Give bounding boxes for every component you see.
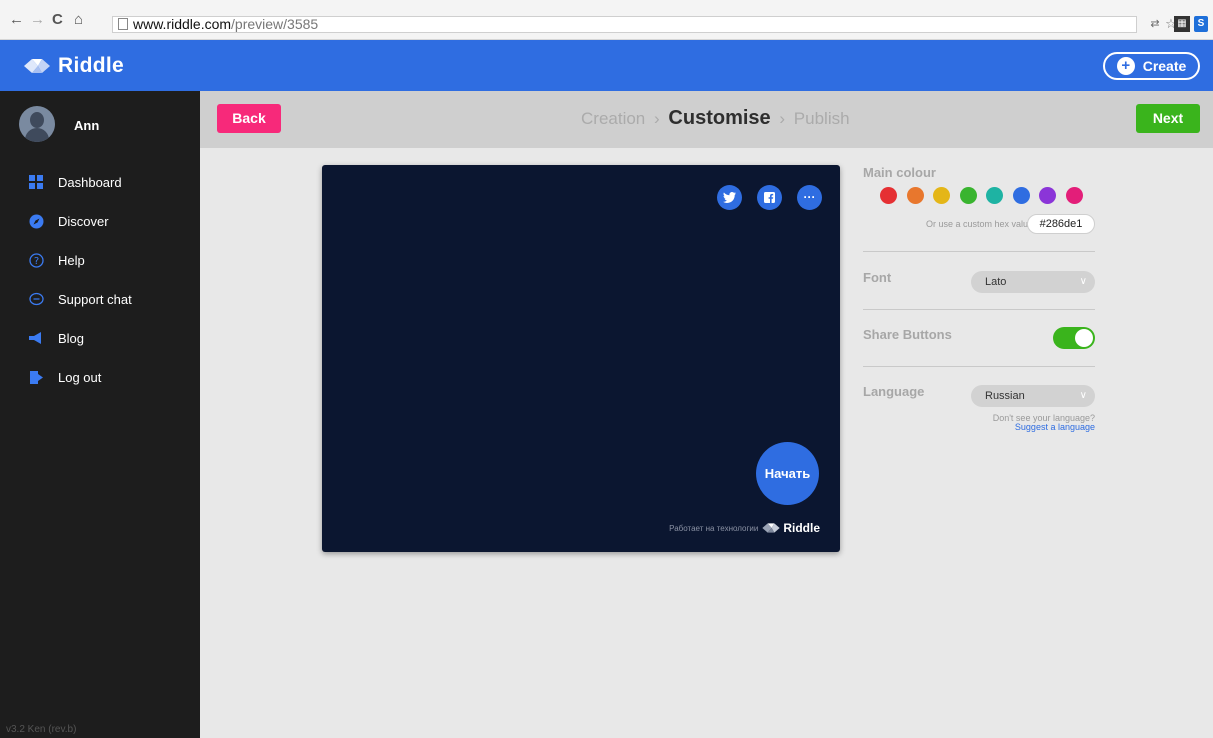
sidebar-item-label: Blog (58, 330, 85, 346)
step-customise: Customise (668, 107, 771, 129)
create-button[interactable]: + Create (1103, 52, 1200, 80)
back-button[interactable]: Back (217, 104, 281, 133)
colour-swatch[interactable] (933, 187, 950, 204)
sidebar: Ann Dashboard Discover ? Help Support ch… (0, 91, 200, 738)
powered-by-text: Работает на технологии (669, 523, 759, 533)
breadcrumb-separator: › (779, 109, 786, 128)
sidebar-item-label: Dashboard (58, 174, 122, 190)
font-label: Font (863, 270, 892, 285)
url-host: www.riddle.com (133, 16, 232, 32)
language-select[interactable]: Russian ∨ (971, 385, 1095, 407)
sidebar-item-help[interactable]: ? Help (28, 251, 85, 269)
film-extension-icon[interactable]: ▦ (1174, 16, 1190, 32)
powered-brand-text: Riddle (783, 521, 820, 535)
svg-text:?: ? (33, 256, 38, 267)
divider (863, 251, 1095, 252)
sidebar-item-label: Log out (58, 369, 102, 385)
step-bar: Back Creation › Customise › Publish Next (200, 91, 1213, 148)
plus-icon: + (1116, 57, 1135, 75)
riddle-preview: ··· Начать Работает на технологии Riddle (322, 165, 840, 552)
language-label: Language (863, 384, 925, 399)
translate-icon[interactable]: ⇄ (1148, 16, 1162, 32)
toggle-knob (1075, 329, 1093, 347)
divider (863, 309, 1095, 310)
share-buttons-label: Share Buttons (863, 327, 952, 342)
riddle-logo[interactable]: Riddle (24, 54, 124, 78)
colour-swatch[interactable] (1065, 187, 1083, 204)
twitter-icon[interactable] (717, 185, 742, 210)
share-buttons-toggle[interactable] (1053, 327, 1095, 349)
browser-toolbar: ← → C ⌂ www.riddle.com/preview/3585 ⇄ ☆ … (0, 0, 1213, 40)
hex-colour-input[interactable]: #286de1 (1027, 214, 1095, 234)
riddle-small-logo-icon (762, 523, 780, 533)
megaphone-icon (28, 330, 44, 346)
hex-hint: Or use a custom hex value (926, 219, 1034, 229)
powered-by[interactable]: Работает на технологии Riddle (649, 521, 820, 535)
address-bar[interactable]: www.riddle.com/preview/3585 (112, 16, 1137, 33)
reload-icon[interactable]: C (52, 12, 63, 28)
s-extension-icon[interactable]: S (1194, 16, 1208, 32)
font-select[interactable]: Lato ∨ (971, 271, 1095, 293)
logo-text: Riddle (58, 54, 124, 77)
avatar-head (30, 112, 44, 128)
forward-arrow-icon[interactable]: → (30, 12, 45, 28)
url-path: /preview/3585 (231, 16, 319, 32)
step-publish[interactable]: Publish (794, 109, 850, 128)
sidebar-item-label: Discover (58, 213, 109, 229)
app-header: Riddle + Create (0, 40, 1213, 91)
compass-icon (28, 213, 44, 229)
colour-swatch[interactable] (1039, 187, 1056, 204)
divider (863, 366, 1095, 367)
version-label: v3.2 Ken (rev.b) (6, 724, 77, 735)
create-label: Create (1142, 58, 1187, 74)
sidebar-item-label: Support chat (58, 291, 132, 307)
sidebar-item-blog[interactable]: Blog (28, 329, 84, 347)
sidebar-item-log-out[interactable]: Log out (28, 368, 101, 386)
user-name[interactable]: Ann (74, 118, 99, 133)
breadcrumb-separator: › (654, 109, 660, 128)
sidebar-item-label: Help (58, 252, 85, 268)
riddle-logo-icon (24, 59, 50, 73)
language-select-value: Russian (985, 390, 1025, 402)
chat-icon (28, 291, 44, 307)
step-creation[interactable]: Creation (581, 109, 645, 128)
sidebar-item-support-chat[interactable]: Support chat (28, 290, 132, 308)
home-icon[interactable]: ⌂ (74, 12, 83, 28)
sidebar-item-discover[interactable]: Discover (28, 212, 109, 230)
breadcrumb: Creation › Customise › Publish (581, 107, 850, 130)
font-select-value: Lato (985, 276, 1007, 288)
avatar-body (25, 128, 49, 142)
colour-swatch[interactable] (1012, 187, 1030, 204)
powered-brand: Riddle (762, 521, 820, 535)
logout-icon (28, 369, 44, 385)
next-button[interactable]: Next (1136, 104, 1200, 133)
sidebar-item-dashboard[interactable]: Dashboard (28, 173, 122, 191)
colour-swatch[interactable] (959, 187, 977, 204)
back-arrow-icon[interactable]: ← (9, 12, 24, 28)
start-button[interactable]: Начать (756, 442, 819, 505)
chevron-down-icon: ∨ (1079, 276, 1087, 287)
chevron-down-icon: ∨ (1079, 390, 1087, 401)
main-colour-label: Main colour (863, 165, 936, 180)
page-icon (118, 18, 128, 30)
facebook-icon[interactable] (757, 185, 782, 210)
grid-icon (28, 174, 44, 190)
help-icon: ? (28, 252, 44, 268)
colour-swatch[interactable] (906, 187, 924, 204)
colour-swatch[interactable] (880, 187, 897, 204)
avatar[interactable] (19, 106, 55, 142)
suggest-language-link[interactable]: Suggest a language (960, 422, 1095, 432)
more-icon[interactable]: ··· (797, 185, 822, 210)
colour-swatch[interactable] (986, 187, 1003, 204)
